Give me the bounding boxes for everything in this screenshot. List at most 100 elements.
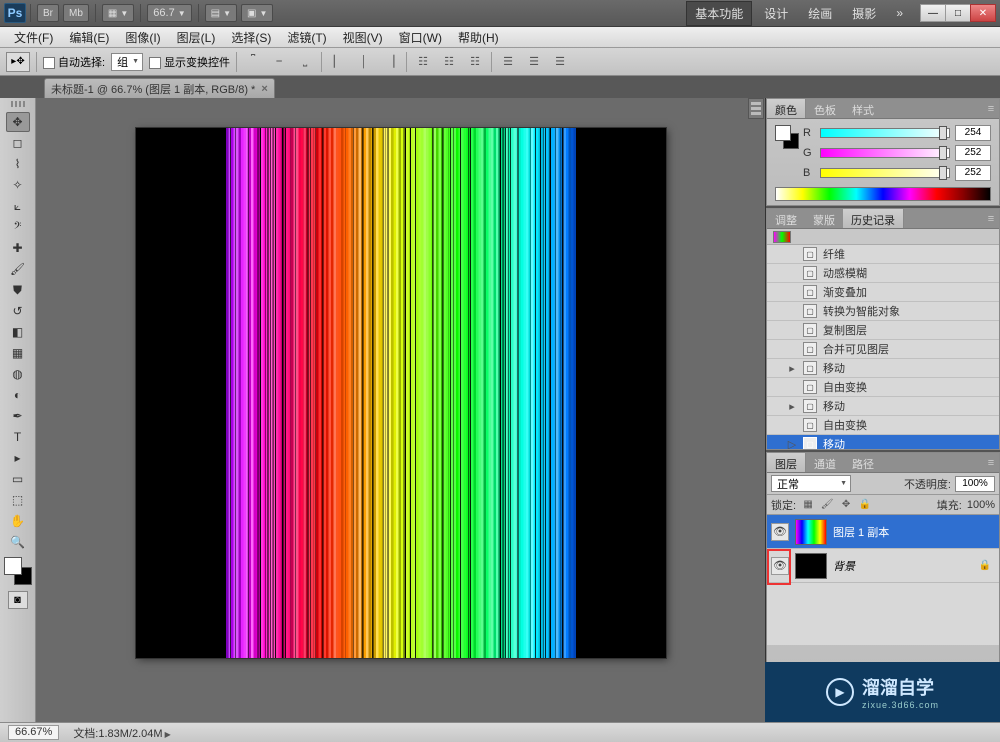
maximize-button[interactable]: □ bbox=[945, 4, 971, 22]
tab-channels[interactable]: 通道 bbox=[806, 453, 844, 472]
history-item[interactable]: ▢转换为智能对象 bbox=[767, 302, 999, 321]
canvas-viewport[interactable] bbox=[36, 98, 765, 722]
bridge-button[interactable]: Br bbox=[37, 4, 59, 22]
toolbox-grip[interactable] bbox=[4, 101, 32, 109]
minibridge-button[interactable]: Mb bbox=[63, 4, 89, 22]
auto-select-target[interactable]: 组 bbox=[111, 53, 143, 71]
shape-tool[interactable]: ▭ bbox=[6, 469, 30, 489]
crop-tool[interactable]: ⟀ bbox=[6, 196, 30, 216]
stamp-tool[interactable]: ⛊ bbox=[6, 280, 30, 300]
layer-name[interactable]: 背景 bbox=[833, 558, 973, 574]
dist-top-icon[interactable]: ☷ bbox=[413, 53, 433, 71]
tab-masks[interactable]: 蒙版 bbox=[805, 209, 843, 228]
move-tool[interactable]: ✥ bbox=[6, 112, 30, 132]
align-left-icon[interactable]: ▏ bbox=[328, 53, 348, 71]
menu-layer[interactable]: 图层(L) bbox=[169, 27, 224, 48]
history-item[interactable]: ▢动感模糊 bbox=[767, 264, 999, 283]
layer-name[interactable]: 图层 1 副本 bbox=[833, 524, 995, 540]
slider-b[interactable]: B 252 bbox=[803, 165, 991, 181]
slider-g[interactable]: G 252 bbox=[803, 145, 991, 161]
lasso-tool[interactable]: ⌇ bbox=[6, 154, 30, 174]
visibility-toggle-icon[interactable]: 👁 bbox=[771, 523, 789, 541]
zoom-preset[interactable]: 66.7▼ bbox=[147, 4, 191, 22]
status-doc-field[interactable]: 文档:1.83M/2.04M▶ bbox=[73, 725, 170, 741]
menu-window[interactable]: 窗口(W) bbox=[391, 27, 450, 48]
align-bottom-icon[interactable]: ⎵ bbox=[295, 53, 315, 71]
menu-file[interactable]: 文件(F) bbox=[6, 27, 61, 48]
history-item[interactable]: ▸▢移动 bbox=[767, 397, 999, 416]
menu-filter[interactable]: 滤镜(T) bbox=[279, 27, 334, 48]
tab-swatches[interactable]: 色板 bbox=[806, 99, 844, 118]
auto-select-checkbox[interactable]: 自动选择: bbox=[43, 54, 105, 70]
history-item[interactable]: ▢渐变叠加 bbox=[767, 283, 999, 302]
document-tab[interactable]: 未标题-1 @ 66.7% (图层 1 副本, RGB/8) * × bbox=[44, 78, 275, 98]
dist-bottom-icon[interactable]: ☷ bbox=[465, 53, 485, 71]
hue-strip[interactable] bbox=[775, 187, 991, 201]
quickmask-button[interactable]: ◙ bbox=[8, 591, 28, 609]
history-item[interactable]: ▷▢移动 bbox=[767, 435, 999, 449]
history-brush-tool[interactable]: ↺ bbox=[6, 301, 30, 321]
menu-image[interactable]: 图像(I) bbox=[117, 27, 168, 48]
tab-color[interactable]: 颜色 bbox=[767, 99, 806, 118]
layer-row[interactable]: 👁 背景 🔒 bbox=[767, 549, 999, 583]
history-item[interactable]: ▢纤维 bbox=[767, 245, 999, 264]
history-item[interactable]: ▢自由变换 bbox=[767, 378, 999, 397]
dist-left-icon[interactable]: ☰ bbox=[498, 53, 518, 71]
status-zoom[interactable]: 66.67% bbox=[8, 725, 59, 740]
align-hcenter-icon[interactable]: │ bbox=[354, 53, 374, 71]
heal-tool[interactable]: ✚ bbox=[6, 238, 30, 258]
hand-tool[interactable]: ✋ bbox=[6, 511, 30, 531]
path-select-tool[interactable]: ▸ bbox=[6, 448, 30, 468]
tab-layers[interactable]: 图层 bbox=[767, 453, 806, 472]
gradient-tool[interactable]: ▦ bbox=[6, 343, 30, 363]
blur-tool[interactable]: ◍ bbox=[6, 364, 30, 384]
canvas-document[interactable] bbox=[136, 128, 666, 658]
dist-vcenter-icon[interactable]: ☷ bbox=[439, 53, 459, 71]
history-item[interactable]: ▢自由变换 bbox=[767, 416, 999, 435]
layer-thumbnail[interactable] bbox=[795, 519, 827, 545]
opacity-field[interactable]: 100% bbox=[955, 476, 995, 492]
show-transform-checkbox[interactable]: 显示变换控件 bbox=[149, 54, 230, 70]
marquee-tool[interactable]: ◻ bbox=[6, 133, 30, 153]
dist-right-icon[interactable]: ☰ bbox=[550, 53, 570, 71]
view-extras-button[interactable]: ▦▼ bbox=[102, 4, 134, 22]
workspace-tab-essentials[interactable]: 基本功能 bbox=[686, 1, 752, 26]
pen-tool[interactable]: ✒ bbox=[6, 406, 30, 426]
layer-thumbnail[interactable] bbox=[795, 553, 827, 579]
color-panel-menu-icon[interactable]: ≡ bbox=[983, 99, 999, 118]
dodge-tool[interactable]: ◐ bbox=[6, 385, 30, 405]
menu-select[interactable]: 选择(S) bbox=[223, 27, 279, 48]
layer-row[interactable]: 👁 图层 1 副本 bbox=[767, 515, 999, 549]
menu-help[interactable]: 帮助(H) bbox=[450, 27, 507, 48]
color-swatch[interactable] bbox=[4, 557, 32, 585]
align-top-icon[interactable]: ⎴ bbox=[243, 53, 263, 71]
lock-position-icon[interactable]: ✥ bbox=[839, 498, 853, 512]
type-tool[interactable]: T bbox=[6, 427, 30, 447]
arrange-button[interactable]: ▤▼ bbox=[205, 4, 237, 22]
dist-hcenter-icon[interactable]: ☰ bbox=[524, 53, 544, 71]
current-tool-indicator[interactable]: ▸✥ bbox=[6, 52, 30, 72]
visibility-toggle-icon[interactable]: 👁 bbox=[771, 557, 789, 575]
collapsed-dock[interactable] bbox=[748, 98, 764, 119]
align-right-icon[interactable]: ▕ bbox=[380, 53, 400, 71]
3d-tool[interactable]: ⬚ bbox=[6, 490, 30, 510]
screen-mode-button[interactable]: ▣▼ bbox=[241, 4, 273, 22]
lock-pixels-icon[interactable]: 🖌 bbox=[820, 498, 834, 512]
close-button[interactable]: ✕ bbox=[970, 4, 996, 22]
history-panel-menu-icon[interactable]: ≡ bbox=[983, 209, 999, 228]
slider-r[interactable]: R 254 bbox=[803, 125, 991, 141]
workspace-tab-painting[interactable]: 绘画 bbox=[800, 2, 840, 25]
eraser-tool[interactable]: ◧ bbox=[6, 322, 30, 342]
lock-transparency-icon[interactable]: ▦ bbox=[801, 498, 815, 512]
eyedropper-tool[interactable]: 𝄢 bbox=[6, 217, 30, 237]
fgbg-swatch[interactable] bbox=[775, 125, 799, 149]
menu-edit[interactable]: 编辑(E) bbox=[61, 27, 117, 48]
history-item[interactable]: ▢合并可见图层 bbox=[767, 340, 999, 359]
tab-paths[interactable]: 路径 bbox=[844, 453, 882, 472]
lock-all-icon[interactable]: 🔒 bbox=[858, 498, 872, 512]
close-tab-icon[interactable]: × bbox=[261, 83, 267, 95]
history-item[interactable]: ▸▢移动 bbox=[767, 359, 999, 378]
tab-history[interactable]: 历史记录 bbox=[843, 209, 904, 228]
workspace-more[interactable]: » bbox=[888, 3, 911, 23]
fill-field[interactable]: 100% bbox=[967, 499, 995, 511]
